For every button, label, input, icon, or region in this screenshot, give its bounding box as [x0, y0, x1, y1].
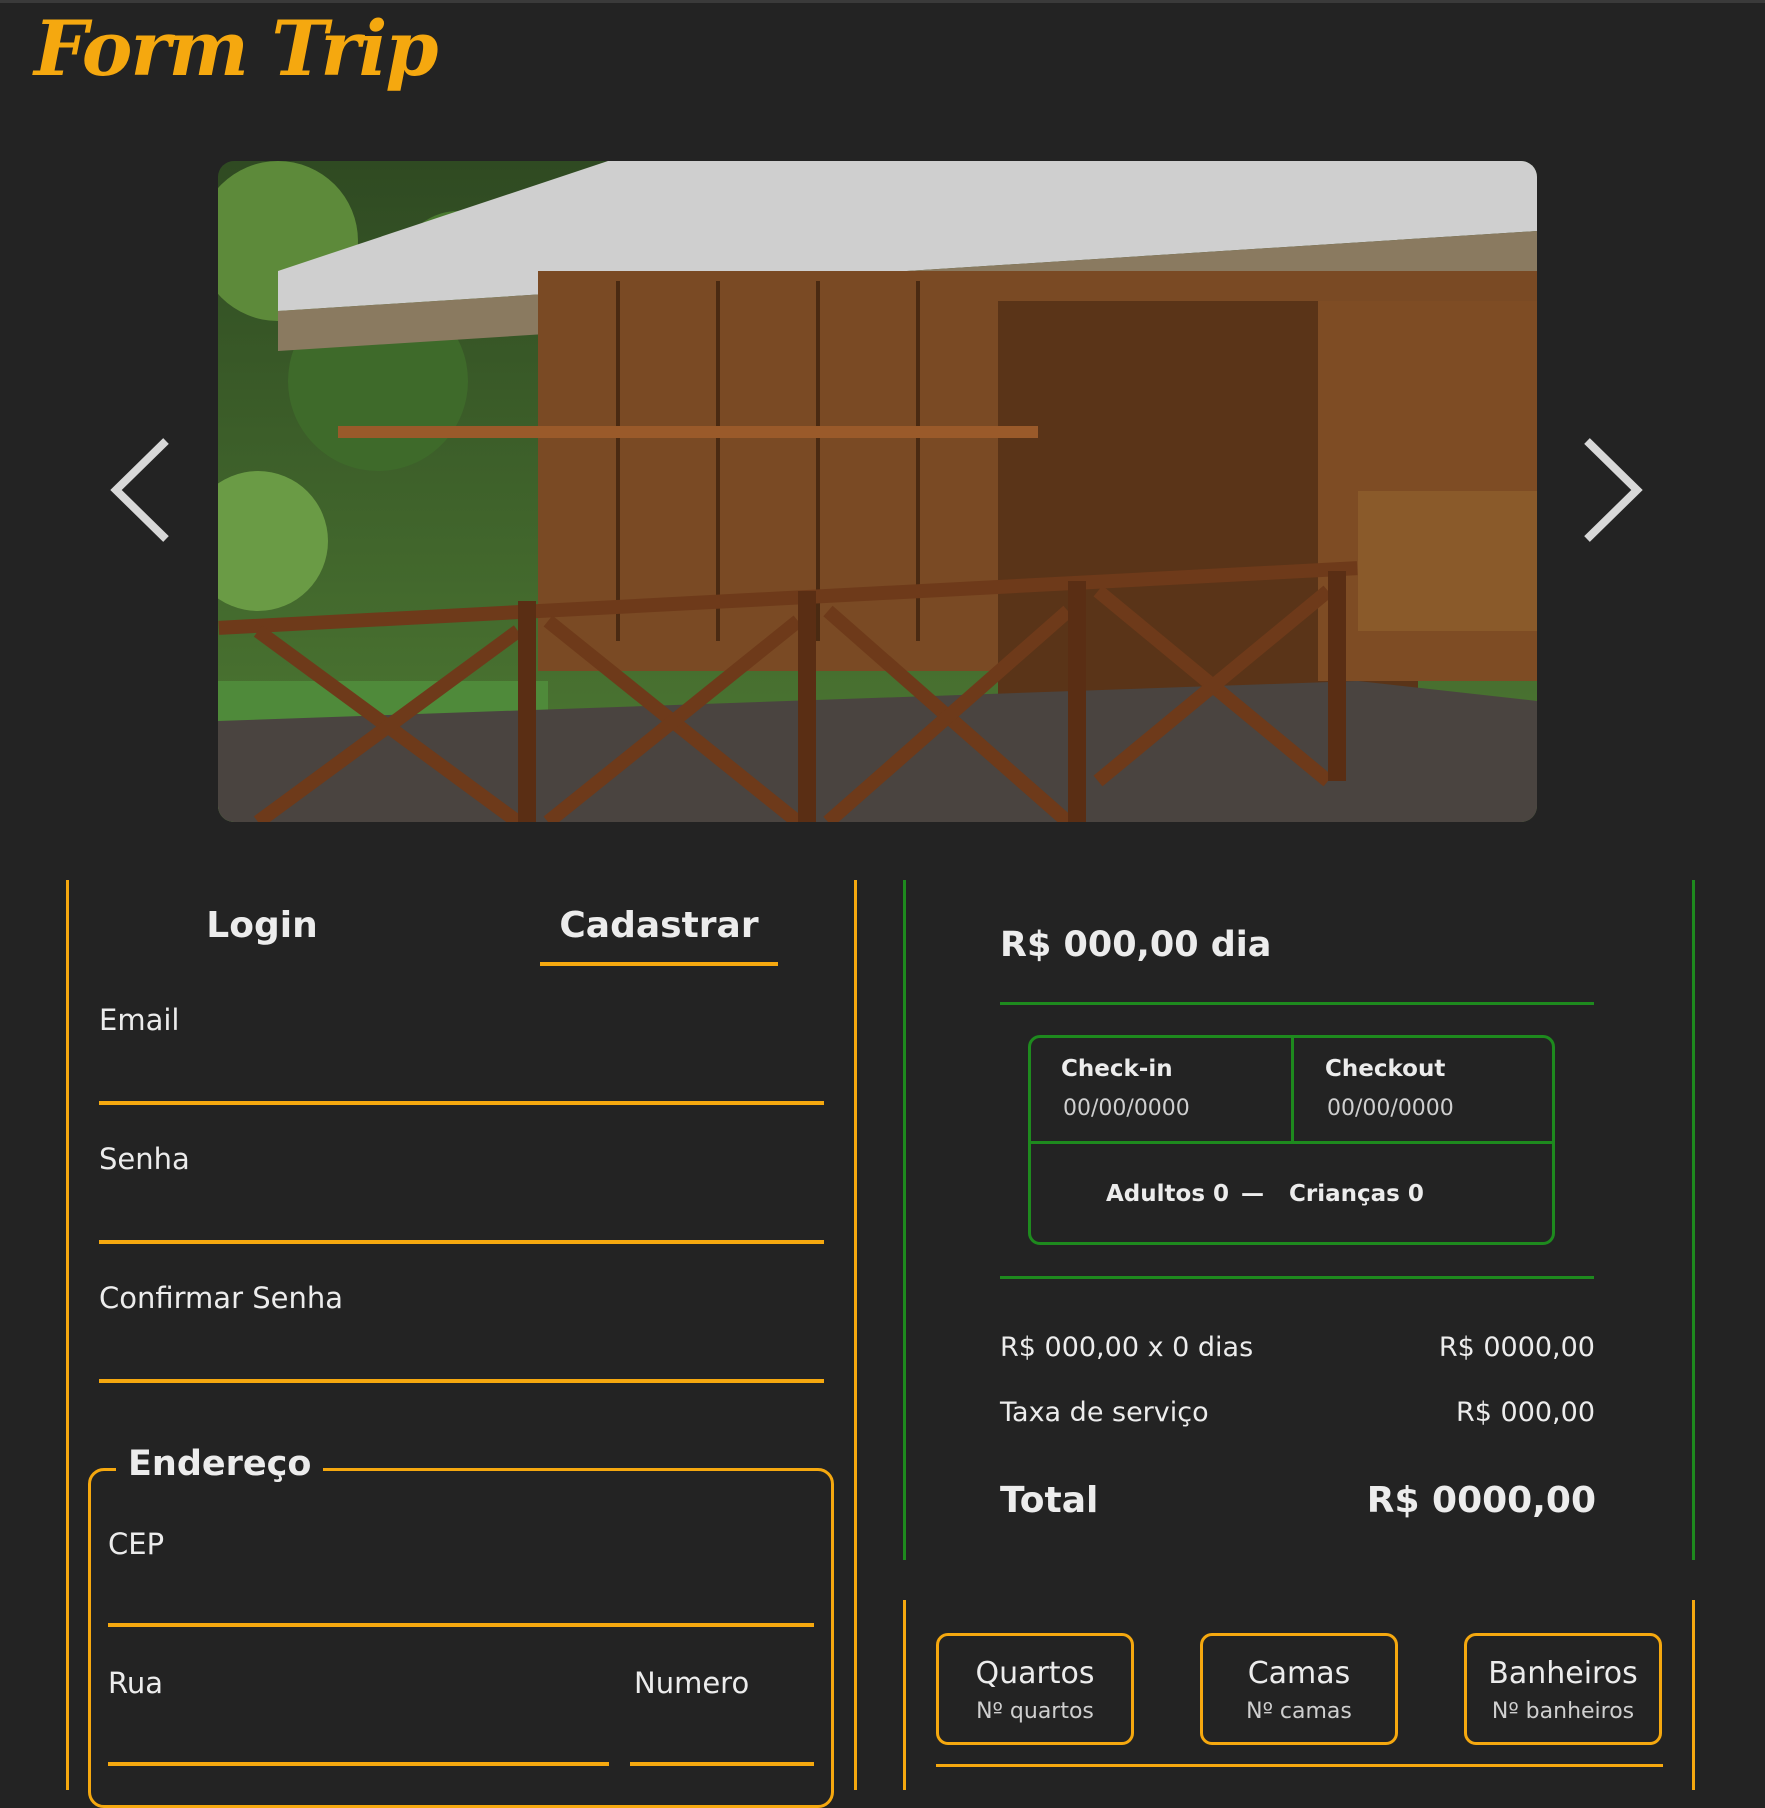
chevron-left-icon[interactable] [108, 435, 178, 545]
total-label: Total [1000, 1480, 1099, 1521]
confirmar-senha-underline [99, 1379, 824, 1383]
booking-selector: Check-in 00/00/0000 Checkout 00/00/0000 … [1028, 1035, 1555, 1245]
camas-title: Camas [1247, 1656, 1351, 1691]
senha-label: Senha [99, 1142, 190, 1176]
price-per-day: R$ 000,00 dia [1000, 925, 1272, 965]
hero-image [218, 161, 1537, 822]
checkout-value[interactable]: 00/00/0000 [1327, 1096, 1454, 1121]
checkin-label: Check-in [1061, 1056, 1173, 1082]
features-panel-border-left [903, 1600, 906, 1790]
nightly-calc-value: R$ 0000,00 [1438, 1332, 1595, 1363]
confirmar-senha-input[interactable] [99, 1333, 824, 1377]
form-panel-border-right [854, 880, 857, 1790]
quartos-sub: Nº quartos [976, 1699, 1094, 1724]
features-panel-border-right [1692, 1600, 1695, 1790]
tab-cadastrar[interactable]: Cadastrar [540, 905, 778, 946]
date-divider [1291, 1038, 1294, 1143]
app-logo: Form Trip [34, 4, 438, 93]
cep-input[interactable] [108, 1578, 814, 1622]
cep-label: CEP [108, 1527, 165, 1561]
camas-sub: Nº camas [1246, 1699, 1352, 1724]
cep-underline [108, 1623, 814, 1627]
tab-login[interactable]: Login [172, 905, 352, 946]
rua-input[interactable] [108, 1716, 609, 1760]
features-underline [936, 1764, 1663, 1767]
banheiros-sub: Nº banheiros [1491, 1699, 1635, 1724]
chevron-right-icon[interactable] [1575, 435, 1645, 545]
rua-underline [108, 1762, 609, 1766]
confirmar-senha-label: Confirmar Senha [99, 1281, 343, 1315]
service-fee-label: Taxa de serviço [1000, 1397, 1209, 1428]
senha-input[interactable] [99, 1194, 824, 1238]
booking-panel-border-right [1692, 880, 1695, 1560]
summary-divider [1000, 1276, 1594, 1279]
banheiros-button[interactable]: Banheiros Nº banheiros [1464, 1633, 1662, 1745]
rua-label: Rua [108, 1666, 163, 1700]
email-input[interactable] [99, 1055, 824, 1099]
checkin-value[interactable]: 00/00/0000 [1063, 1096, 1190, 1121]
email-underline [99, 1101, 824, 1105]
quartos-title: Quartos [975, 1656, 1095, 1691]
total-value: R$ 0000,00 [1366, 1480, 1596, 1521]
quartos-button[interactable]: Quartos Nº quartos [936, 1633, 1134, 1745]
numero-label: Numero [634, 1666, 750, 1700]
children-count[interactable]: Crianças 0 [1289, 1181, 1424, 1207]
camas-button[interactable]: Camas Nº camas [1200, 1633, 1398, 1745]
service-fee-value: R$ 000,00 [1456, 1397, 1595, 1428]
numero-underline [630, 1762, 814, 1766]
guests-divider [1031, 1141, 1552, 1144]
address-title: Endereço [116, 1444, 324, 1484]
active-tab-indicator [540, 962, 778, 966]
email-label: Email [99, 1003, 180, 1037]
banheiros-title: Banheiros [1488, 1656, 1638, 1691]
booking-panel-border-left [903, 880, 906, 1560]
nightly-calc-label: R$ 000,00 x 0 dias [1000, 1332, 1254, 1363]
top-border [0, 0, 1765, 3]
senha-underline [99, 1240, 824, 1244]
form-panel-border-left [66, 880, 69, 1790]
adults-count[interactable]: Adultos 0 [1106, 1181, 1229, 1207]
checkout-label: Checkout [1325, 1056, 1446, 1082]
numero-input[interactable] [630, 1716, 814, 1760]
price-divider [1000, 1002, 1594, 1005]
guest-separator: — [1241, 1181, 1264, 1207]
